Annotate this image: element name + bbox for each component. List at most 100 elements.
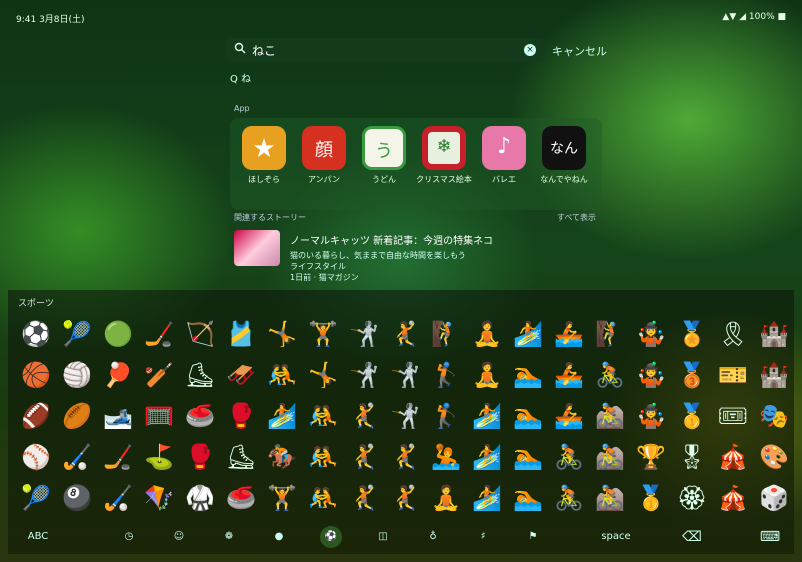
app-result-2[interactable]: 顔 アンパン xyxy=(296,126,352,185)
show-more-link[interactable]: すべて表示 xyxy=(557,212,596,223)
emoji-key[interactable]: 🤼 xyxy=(305,439,341,475)
emoji-key[interactable]: 🥌 xyxy=(182,398,218,434)
emoji-key[interactable]: 🎾 xyxy=(18,480,54,516)
emoji-key[interactable]: 🤺 xyxy=(346,357,382,393)
emoji-key[interactable]: 🏄 xyxy=(469,398,505,434)
emoji-key[interactable]: 🏑 xyxy=(100,480,136,516)
emoji-key[interactable]: 🏑 xyxy=(59,439,95,475)
emoji-key[interactable]: 🎪 xyxy=(715,480,751,516)
emoji-key[interactable]: 🏏 xyxy=(141,357,177,393)
emoji-key[interactable]: 🏓 xyxy=(100,357,136,393)
emoji-key[interactable]: 🤼 xyxy=(264,357,300,393)
emoji-key[interactable]: 🚣 xyxy=(551,357,587,393)
emoji-key[interactable]: 🤾 xyxy=(346,480,382,516)
emoji-key[interactable]: 🥅 xyxy=(141,398,177,434)
emoji-key[interactable]: 🏌 xyxy=(428,357,464,393)
emoji-key[interactable]: 🥌 xyxy=(223,480,259,516)
space-key[interactable]: space xyxy=(598,528,634,546)
emoji-key[interactable]: 🥋 xyxy=(182,480,218,516)
emoji-key[interactable]: 🤺 xyxy=(346,316,382,352)
emoji-key[interactable]: 🎟 xyxy=(715,398,751,434)
apple-icon[interactable]: ● xyxy=(270,528,288,546)
emoji-key[interactable]: 🏄 xyxy=(469,480,505,516)
story-item[interactable]: ノーマルキャッツ 新着記事：今週の特集ネコ 猫のいる暮らし、気ままで自由な時間を… xyxy=(234,230,596,288)
emoji-key[interactable]: 🤹 xyxy=(633,398,669,434)
emoji-key[interactable]: 🏄 xyxy=(510,316,546,352)
emoji-key[interactable]: 🏉 xyxy=(59,398,95,434)
emoji-key[interactable]: 🏵 xyxy=(674,480,710,516)
emoji-key[interactable]: 🏆 xyxy=(633,439,669,475)
bear-icon[interactable]: ❁ xyxy=(220,528,238,546)
emoji-key[interactable]: 🎽 xyxy=(223,316,259,352)
emoji-key[interactable]: 🤾 xyxy=(387,439,423,475)
emoji-key[interactable]: 🧘 xyxy=(469,357,505,393)
emoji-key[interactable]: 🤾 xyxy=(346,398,382,434)
emoji-key[interactable]: 🏊 xyxy=(510,398,546,434)
emoji-key[interactable]: 🏅 xyxy=(674,316,710,352)
symbols-icon[interactable]: ♯ xyxy=(474,528,492,546)
emoji-key[interactable]: 🚵 xyxy=(592,480,628,516)
emoji-key[interactable]: 🚵 xyxy=(592,398,628,434)
emoji-key[interactable]: 🛷 xyxy=(223,357,259,393)
emoji-key[interactable]: 🏒 xyxy=(100,439,136,475)
clock-icon[interactable]: ◷ xyxy=(120,528,138,546)
emoji-key[interactable]: 🏇 xyxy=(264,439,300,475)
emoji-key[interactable]: 🥇 xyxy=(674,398,710,434)
emoji-key[interactable]: 🤼 xyxy=(305,398,341,434)
emoji-key[interactable]: 🎖 xyxy=(674,439,710,475)
clear-icon[interactable]: × xyxy=(524,44,536,56)
emoji-key[interactable]: 🥉 xyxy=(674,357,710,393)
app-result-6[interactable]: なん なんでやねん xyxy=(536,126,592,185)
emoji-key[interactable]: 🏌 xyxy=(428,398,464,434)
emoji-key[interactable]: 🏋 xyxy=(305,316,341,352)
emoji-key[interactable]: 🏈 xyxy=(18,398,54,434)
smiley-icon[interactable]: ☺ xyxy=(170,528,188,546)
emoji-key[interactable]: 🏊 xyxy=(510,480,546,516)
emoji-key[interactable]: 🏄 xyxy=(469,439,505,475)
emoji-key[interactable]: 🏹 xyxy=(182,316,218,352)
emoji-key[interactable]: 🏀 xyxy=(18,357,54,393)
emoji-key[interactable]: 🚣 xyxy=(551,316,587,352)
app-result-1[interactable]: ★ ほしぞら xyxy=(236,126,292,185)
emoji-key[interactable]: 🎪 xyxy=(715,439,751,475)
emoji-key[interactable]: 🥇 xyxy=(633,480,669,516)
emoji-key[interactable]: 🎾 xyxy=(59,316,95,352)
emoji-key[interactable]: 🤸 xyxy=(264,316,300,352)
emoji-key[interactable]: 🧗 xyxy=(428,316,464,352)
car-icon[interactable]: ◫ xyxy=(374,528,392,546)
emoji-key[interactable]: 🎫 xyxy=(715,357,751,393)
emoji-key[interactable]: ⚽ xyxy=(18,316,54,352)
emoji-key[interactable]: 🎨 xyxy=(756,439,792,475)
app-result-5[interactable]: ♪ バレエ xyxy=(476,126,532,185)
emoji-key[interactable]: ⛳ xyxy=(141,439,177,475)
cancel-button[interactable]: キャンセル xyxy=(552,43,607,59)
emoji-key[interactable]: 🤾 xyxy=(346,439,382,475)
emoji-key[interactable]: 🚴 xyxy=(592,357,628,393)
emoji-key[interactable]: 🪁 xyxy=(141,480,177,516)
emoji-key[interactable]: 🤾 xyxy=(387,480,423,516)
emoji-key[interactable]: 🤾 xyxy=(387,316,423,352)
emoji-key[interactable]: 🤽 xyxy=(428,439,464,475)
emoji-key[interactable]: 🥊 xyxy=(182,439,218,475)
emoji-key[interactable]: 🟢 xyxy=(100,316,136,352)
emoji-key[interactable]: 🤼 xyxy=(305,480,341,516)
emoji-key[interactable]: 🏋 xyxy=(264,480,300,516)
emoji-key[interactable]: 🏊 xyxy=(510,357,546,393)
emoji-key[interactable]: 🏐 xyxy=(59,357,95,393)
emoji-key[interactable]: 🎭 xyxy=(756,398,792,434)
app-result-3[interactable]: う うどん xyxy=(356,126,412,185)
emoji-key[interactable]: 🏊 xyxy=(510,439,546,475)
emoji-key[interactable]: 🚵 xyxy=(592,439,628,475)
emoji-key[interactable]: 🥊 xyxy=(223,398,259,434)
emoji-key[interactable]: 🏰 xyxy=(756,316,792,352)
emoji-key[interactable]: ⛸ xyxy=(223,439,259,475)
emoji-key[interactable]: 🎱 xyxy=(59,480,95,516)
search-suggestion[interactable]: Q ね xyxy=(230,70,251,85)
bulb-icon[interactable]: ♁ xyxy=(424,528,442,546)
emoji-key[interactable]: 🤺 xyxy=(387,398,423,434)
emoji-key[interactable]: 🤸 xyxy=(305,357,341,393)
abc-key[interactable]: ABC xyxy=(22,528,54,546)
emoji-key[interactable]: 🎲 xyxy=(756,480,792,516)
emoji-key[interactable]: 🎿 xyxy=(100,398,136,434)
emoji-key[interactable]: 🧘 xyxy=(469,316,505,352)
